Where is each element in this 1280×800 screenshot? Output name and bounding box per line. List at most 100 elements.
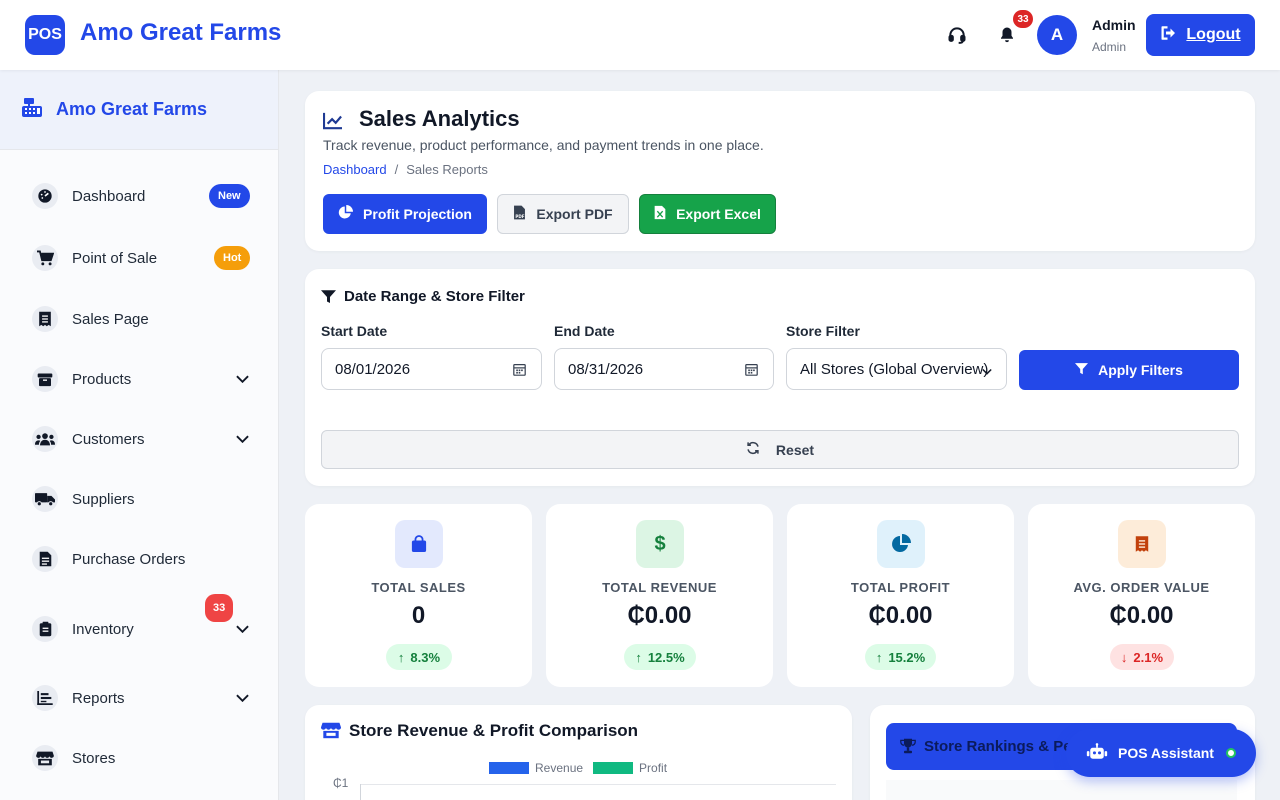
notification-badge: 33 bbox=[1013, 10, 1033, 28]
sidebar-item-inventory[interactable]: Inventory 33 bbox=[0, 594, 279, 651]
store-filter-select[interactable]: All Stores (Global Overview) bbox=[786, 348, 1007, 390]
legend-label-profit[interactable]: Profit bbox=[639, 761, 667, 775]
inventory-alert-badge: 33 bbox=[205, 594, 234, 622]
chevron-down-icon bbox=[235, 622, 249, 636]
reset-button[interactable]: Reset bbox=[321, 430, 1239, 469]
sidebar-item-label: Products bbox=[72, 370, 132, 388]
stat-label: TOTAL SALES bbox=[371, 580, 466, 595]
stat-label: AVG. ORDER VALUE bbox=[1073, 580, 1210, 595]
stat-card-total-profit: TOTAL PROFIT ₵0.00 ↑ 15.2% bbox=[787, 504, 1014, 687]
rankings-title: Store Rankings & Pe bbox=[924, 738, 1072, 755]
truck-icon bbox=[32, 486, 58, 512]
stat-value: ₵0.00 bbox=[868, 602, 933, 629]
sidebar-item-stores[interactable]: Stores bbox=[0, 736, 279, 780]
excel-file-icon bbox=[654, 205, 666, 223]
stat-change-badge: ↑ 12.5% bbox=[624, 644, 696, 670]
stat-card-total-sales: TOTAL SALES 0 ↑ 8.3% bbox=[305, 504, 532, 687]
stat-change-badge: ↑ 15.2% bbox=[865, 644, 936, 670]
user-role: Admin bbox=[1092, 40, 1127, 54]
sidebar-title: Amo Great Farms bbox=[56, 99, 208, 119]
apply-filters-button[interactable]: Apply Filters bbox=[1019, 350, 1239, 390]
reset-label: Reset bbox=[775, 441, 815, 458]
apply-filters-label: Apply Filters bbox=[1098, 362, 1183, 378]
export-excel-label: Export Excel bbox=[676, 206, 761, 222]
sidebar-item-label: Suppliers bbox=[72, 490, 135, 508]
end-date-label: End Date bbox=[554, 323, 615, 339]
store-icon bbox=[321, 722, 341, 744]
gauge-icon bbox=[32, 183, 58, 209]
clipboard-icon bbox=[32, 616, 58, 642]
export-pdf-button[interactable]: PDF Export PDF bbox=[497, 194, 629, 234]
box-icon bbox=[32, 366, 58, 392]
stat-value: ₵0.00 bbox=[1109, 602, 1174, 629]
page-subtitle: Track revenue, product performance, and … bbox=[323, 137, 764, 153]
sidebar-item-label: Purchase Orders bbox=[72, 550, 186, 568]
stat-card-avg-order-value: AVG. ORDER VALUE ₵0.00 ↓ 2.1% bbox=[1028, 504, 1255, 687]
trophy-icon bbox=[900, 738, 916, 759]
y-axis-line bbox=[360, 784, 361, 800]
breadcrumb-separator: / bbox=[394, 162, 399, 177]
chevron-down-icon bbox=[982, 363, 992, 380]
chevron-down-icon bbox=[235, 432, 249, 446]
profit-projection-button[interactable]: Profit Projection bbox=[323, 194, 487, 234]
filter-icon bbox=[321, 290, 336, 309]
receipt-icon bbox=[1118, 520, 1166, 568]
pos-assistant-button[interactable]: POS Assistant bbox=[1066, 729, 1256, 777]
stat-value: 0 bbox=[411, 602, 426, 629]
legend-swatch-profit bbox=[593, 762, 634, 774]
avatar[interactable]: A bbox=[1037, 15, 1077, 55]
users-icon bbox=[32, 426, 58, 452]
sidebar-item-purchase-orders[interactable]: Purchase Orders bbox=[0, 537, 279, 581]
store-filter-value: All Stores (Global Overview) bbox=[800, 360, 989, 378]
sidebar-item-label: Inventory bbox=[72, 620, 134, 638]
start-date-input[interactable]: 08/01/2026 bbox=[321, 348, 542, 390]
chart-legend: Revenue Profit bbox=[489, 761, 667, 775]
bell-icon[interactable] bbox=[995, 23, 1019, 47]
breadcrumb: Dashboard / Sales Reports bbox=[323, 162, 488, 177]
breadcrumb-home[interactable]: Dashboard bbox=[323, 162, 387, 177]
stat-change-badge: ↑ 8.3% bbox=[386, 644, 452, 670]
start-date-value: 08/01/2026 bbox=[335, 360, 411, 378]
arrow-down-icon: ↓ bbox=[1120, 649, 1128, 665]
pie-chart-icon bbox=[338, 205, 354, 223]
sidebar-item-sales-page[interactable]: Sales Page bbox=[0, 297, 279, 341]
chart-gridline bbox=[361, 784, 836, 785]
top-bar: POS Amo Great Farms 33 A Admin Admin Log… bbox=[0, 0, 1280, 70]
page-title: Sales Analytics bbox=[359, 106, 520, 131]
sidebar-item-point-of-sale[interactable]: Point of Sale Hot bbox=[0, 236, 279, 280]
stat-label: TOTAL PROFIT bbox=[850, 580, 951, 595]
brand-name[interactable]: Amo Great Farms bbox=[80, 19, 281, 47]
legend-label-revenue[interactable]: Revenue bbox=[535, 761, 583, 775]
calendar-icon[interactable] bbox=[745, 363, 759, 377]
pie-chart-icon bbox=[877, 520, 925, 568]
store-icon bbox=[32, 745, 58, 771]
sidebar-item-products[interactable]: Products bbox=[0, 357, 279, 401]
new-badge: New bbox=[209, 184, 250, 208]
filter-icon bbox=[1075, 362, 1089, 378]
sidebar: Amo Great Farms Dashboard New Point of S… bbox=[0, 70, 279, 800]
pos-logo[interactable]: POS bbox=[25, 15, 65, 55]
sidebar-item-reports[interactable]: Reports bbox=[0, 676, 279, 720]
legend-swatch-revenue bbox=[489, 762, 529, 774]
sidebar-item-dashboard[interactable]: Dashboard New bbox=[0, 174, 279, 218]
svg-text:PDF: PDF bbox=[516, 214, 525, 219]
profit-projection-label: Profit Projection bbox=[363, 206, 472, 222]
sidebar-item-customers[interactable]: Customers bbox=[0, 417, 279, 461]
export-excel-button[interactable]: Export Excel bbox=[639, 194, 776, 234]
stat-change-badge: ↓ 2.1% bbox=[1110, 644, 1174, 670]
export-pdf-label: Export PDF bbox=[536, 206, 613, 222]
stat-label: TOTAL REVENUE bbox=[602, 580, 717, 595]
stat-card-total-revenue: $ TOTAL REVENUE ₵0.00 ↑ 12.5% bbox=[546, 504, 773, 687]
headset-icon[interactable] bbox=[945, 23, 969, 47]
stat-change-value: 12.5% bbox=[647, 649, 685, 665]
calendar-icon[interactable] bbox=[513, 363, 527, 377]
end-date-input[interactable]: 08/31/2026 bbox=[554, 348, 774, 390]
robot-icon bbox=[1086, 742, 1108, 764]
stat-value: ₵0.00 bbox=[627, 602, 692, 629]
logout-button[interactable]: Logout bbox=[1146, 14, 1255, 56]
shopping-bag-icon bbox=[395, 520, 443, 568]
sidebar-item-suppliers[interactable]: Suppliers bbox=[0, 477, 279, 521]
chevron-down-icon bbox=[235, 372, 249, 386]
online-indicator bbox=[1226, 748, 1236, 758]
chevron-down-icon bbox=[235, 691, 249, 705]
